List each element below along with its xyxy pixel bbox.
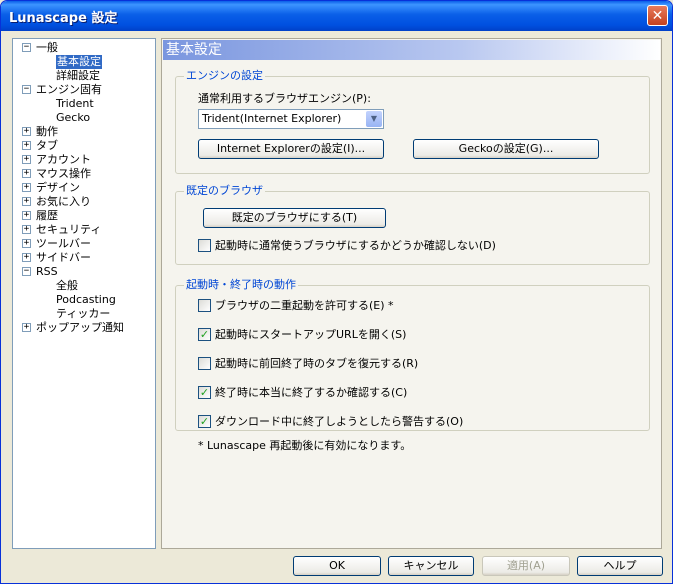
tree-item-label: Podcasting bbox=[56, 293, 116, 306]
settings-tree: − 一般 基本設定 詳細設定 − エンジン固有 Trident Gecko + 動作 + タブ + アカウ… bbox=[12, 38, 156, 549]
tree-item[interactable]: + お気に入り bbox=[13, 195, 155, 209]
checkbox-box[interactable]: ✓ bbox=[198, 415, 211, 428]
engine-select[interactable]: Trident(Internet Explorer) ▼ bbox=[198, 109, 384, 129]
engine-group: エンジンの設定 通常利用するブラウザエンジン(P): Trident(Inter… bbox=[175, 69, 650, 174]
cancel-button[interactable]: キャンセル bbox=[388, 556, 474, 576]
tree-item[interactable]: − 一般 bbox=[13, 41, 155, 55]
tree-item-label: Gecko bbox=[56, 111, 91, 124]
plus-icon[interactable]: + bbox=[22, 323, 31, 332]
tree-item[interactable]: 詳細設定 bbox=[13, 69, 155, 83]
tree-item[interactable]: ティッカー bbox=[13, 307, 155, 321]
tree-item-label: セキュリティ bbox=[36, 223, 102, 236]
plus-icon[interactable]: + bbox=[22, 239, 31, 248]
checkbox-box[interactable] bbox=[198, 299, 211, 312]
tree-item-label: 動作 bbox=[36, 125, 58, 138]
panel-title: 基本設定 bbox=[163, 40, 660, 60]
tree-item[interactable]: + ツールバー bbox=[13, 237, 155, 251]
plus-icon[interactable]: + bbox=[22, 211, 31, 220]
tree-item-label: デザイン bbox=[36, 181, 80, 194]
tree-item[interactable]: + アカウント bbox=[13, 153, 155, 167]
startup-group: 起動時・終了時の動作 ブラウザの二重起動を許可する(E) * ✓ 起動時にスタートア… bbox=[175, 278, 650, 431]
tree-item-label: Trident bbox=[56, 97, 94, 110]
ie-settings-button[interactable]: Internet Explorerの設定(I)... bbox=[198, 139, 384, 159]
restart-note: * Lunascape 再起動後に有効になります。 bbox=[198, 439, 412, 452]
tree-item-label: 詳細設定 bbox=[56, 69, 100, 82]
tree-item-label: タブ bbox=[36, 139, 58, 152]
tree-item-label: マウス操作 bbox=[36, 167, 91, 180]
plus-icon[interactable]: + bbox=[22, 141, 31, 150]
tree-item[interactable]: + サイドバー bbox=[13, 251, 155, 265]
minus-icon[interactable]: − bbox=[22, 85, 31, 94]
settings-dialog: Lunascape 設定 ✕ − 一般 基本設定 詳細設定 − エンジン固有 Trident… bbox=[0, 0, 673, 584]
plus-icon[interactable]: + bbox=[22, 183, 31, 192]
tree-item-label: 全般 bbox=[56, 279, 78, 292]
tree-item-label: アカウント bbox=[36, 153, 91, 166]
window-title: Lunascape 設定 bbox=[9, 11, 118, 26]
tree-item[interactable]: + マウス操作 bbox=[13, 167, 155, 181]
plus-icon[interactable]: + bbox=[22, 127, 31, 136]
tree-item-label: ツールバー bbox=[36, 237, 91, 250]
tree-item-label: ポップアップ通知 bbox=[36, 321, 124, 334]
tree-item-label: 基本設定 bbox=[56, 55, 102, 69]
tree-item[interactable]: − エンジン固有 bbox=[13, 83, 155, 97]
tree-item[interactable]: + 履歴 bbox=[13, 209, 155, 223]
default-browser-group: 既定のブラウザ 既定のブラウザにする(T) 起動時に通常使うブラウザにするかどう… bbox=[175, 184, 650, 265]
plus-icon[interactable]: + bbox=[22, 155, 31, 164]
tree-item-label: RSS bbox=[36, 265, 58, 278]
checkbox-box[interactable]: ✓ bbox=[198, 328, 211, 341]
engine-select-label: 通常利用するブラウザエンジン(P): bbox=[198, 92, 371, 105]
title-bar[interactable]: Lunascape 設定 ✕ bbox=[1, 1, 672, 31]
tree-item[interactable]: Trident bbox=[13, 97, 155, 111]
tree-item[interactable]: 全般 bbox=[13, 279, 155, 293]
default-browser-group-title: 既定のブラウザ bbox=[184, 184, 265, 198]
tree-item[interactable]: Gecko bbox=[13, 111, 155, 125]
tree-item[interactable]: 基本設定 bbox=[13, 55, 155, 69]
tree-item-label: サイドバー bbox=[36, 251, 91, 264]
startup-group-title: 起動時・終了時の動作 bbox=[184, 278, 298, 292]
tree-item-label: お気に入り bbox=[36, 195, 91, 208]
settings-panel: 基本設定 エンジンの設定 通常利用するブラウザエンジン(P): Trident(… bbox=[161, 38, 662, 549]
plus-icon[interactable]: + bbox=[22, 169, 31, 178]
tree-item[interactable]: − RSS bbox=[13, 265, 155, 279]
tree-item[interactable]: + タブ bbox=[13, 139, 155, 153]
tree-item-label: 履歴 bbox=[36, 209, 58, 222]
close-icon[interactable]: ✕ bbox=[647, 5, 668, 26]
set-default-browser-button[interactable]: 既定のブラウザにする(T) bbox=[203, 208, 386, 228]
chevron-down-icon[interactable]: ▼ bbox=[366, 111, 382, 127]
tree-item-label: ティッカー bbox=[56, 307, 111, 320]
checkbox-box[interactable]: ✓ bbox=[198, 386, 211, 399]
tree-item-label: エンジン固有 bbox=[36, 83, 102, 96]
help-button[interactable]: ヘルプ bbox=[577, 556, 663, 576]
gecko-settings-button[interactable]: Geckoの設定(G)... bbox=[413, 139, 599, 159]
plus-icon[interactable]: + bbox=[22, 253, 31, 262]
tree-list: − 一般 基本設定 詳細設定 − エンジン固有 Trident Gecko + 動作 + タブ + アカウ… bbox=[13, 39, 155, 335]
plus-icon[interactable]: + bbox=[22, 197, 31, 206]
minus-icon[interactable]: − bbox=[22, 43, 31, 52]
tree-item[interactable]: + 動作 bbox=[13, 125, 155, 139]
tree-item-label: 一般 bbox=[36, 41, 58, 54]
checkbox-box[interactable] bbox=[198, 357, 211, 370]
engine-group-title: エンジンの設定 bbox=[184, 69, 265, 83]
apply-button[interactable]: 適用(A) bbox=[482, 556, 570, 576]
tree-item[interactable]: + セキュリティ bbox=[13, 223, 155, 237]
plus-icon[interactable]: + bbox=[22, 225, 31, 234]
tree-item[interactable]: + ポップアップ通知 bbox=[13, 321, 155, 335]
tree-item[interactable]: + デザイン bbox=[13, 181, 155, 195]
minus-icon[interactable]: − bbox=[22, 267, 31, 276]
tree-item[interactable]: Podcasting bbox=[13, 293, 155, 307]
ok-button[interactable]: OK bbox=[293, 556, 381, 576]
checkbox-box[interactable] bbox=[198, 239, 211, 252]
